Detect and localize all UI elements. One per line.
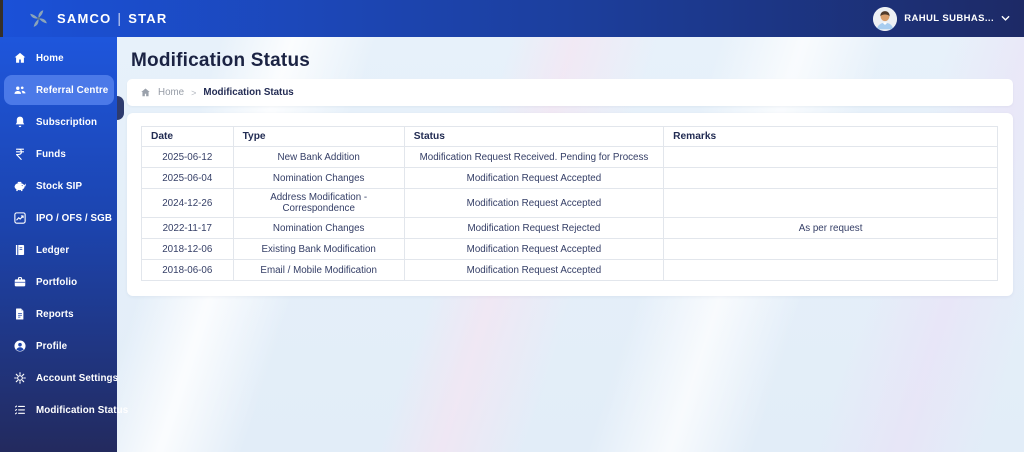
- breadcrumb: Home > Modification Status: [127, 79, 1013, 106]
- column-header-type: Type: [232, 126, 405, 147]
- app-window: SAMCO | STAR RAHUL SUBHAS... Home Referr…: [0, 0, 1024, 452]
- cell-date: 2025-06-04: [141, 167, 234, 189]
- bell-icon: [12, 115, 27, 130]
- cell-type: New Bank Addition: [232, 146, 405, 168]
- sidebar-item-portfolio[interactable]: Portfolio: [4, 267, 114, 297]
- cell-date: 2018-12-06: [141, 238, 234, 260]
- breadcrumb-home-link[interactable]: Home: [158, 87, 184, 98]
- table-header-row: Date Type Status Remarks: [141, 126, 998, 147]
- book-icon: [12, 243, 27, 258]
- sidebar-item-ledger[interactable]: Ledger: [4, 235, 114, 265]
- sidebar-item-label: Account Settings: [36, 372, 119, 384]
- sidebar-item-funds[interactable]: Funds: [4, 139, 114, 169]
- sidebar-item-referral-centre[interactable]: Referral Centre: [4, 75, 114, 105]
- sidebar-item-label: Reports: [36, 308, 74, 320]
- gear-icon: [12, 371, 27, 386]
- cell-remarks: [663, 146, 998, 168]
- sidebar-item-label: Ledger: [36, 244, 70, 256]
- cell-status: Modification Request Accepted: [403, 238, 665, 260]
- cell-type: Address Modification - Correspondence: [232, 188, 405, 218]
- sidebar-item-ipo-ofs-sgb[interactable]: IPO / OFS / SGB: [4, 203, 114, 233]
- breadcrumb-separator: >: [191, 87, 197, 98]
- status-table-card: Date Type Status Remarks 2025-06-12 New Ban…: [127, 113, 1013, 296]
- sidebar-item-label: IPO / OFS / SGB: [36, 212, 113, 224]
- sidebar-item-label: Profile: [36, 340, 68, 352]
- sidebar-item-account-settings[interactable]: Account Settings: [4, 363, 118, 393]
- cell-remarks: [663, 238, 998, 260]
- page-title: Modification Status: [131, 50, 311, 71]
- column-header-date: Date: [141, 126, 234, 147]
- sidebar-item-reports[interactable]: Reports: [4, 299, 114, 329]
- list-check-icon: [12, 403, 27, 418]
- home-icon: [140, 87, 151, 98]
- avatar[interactable]: [873, 6, 898, 31]
- brand-name: SAMCO: [57, 11, 112, 26]
- sidebar-item-label: Funds: [36, 148, 66, 160]
- sidebar-item-label: Subscription: [36, 116, 98, 128]
- cell-date: 2018-06-06: [141, 259, 234, 281]
- cell-status: Modification Request Accepted: [403, 167, 665, 189]
- sidebar-item-home[interactable]: Home: [4, 43, 114, 73]
- column-header-status: Status: [403, 126, 665, 147]
- brand-logo: SAMCO | STAR: [0, 8, 167, 29]
- table-row: 2018-12-06 Existing Bank Modification Mo…: [141, 238, 998, 260]
- user-menu[interactable]: RAHUL SUBHAS...: [873, 6, 1024, 31]
- brand-divider: |: [117, 9, 123, 26]
- table-row: 2025-06-04 Nomination Changes Modificati…: [141, 167, 998, 189]
- user-name: RAHUL SUBHAS...: [904, 13, 994, 24]
- cell-type: Existing Bank Modification: [232, 238, 405, 260]
- cell-type: Email / Mobile Modification: [232, 259, 405, 281]
- cell-remarks: [663, 167, 998, 189]
- sidebar-item-modification-status[interactable]: Modification Status: [4, 395, 128, 425]
- sidebar-item-label: Portfolio: [36, 276, 78, 288]
- file-icon: [12, 307, 27, 322]
- home-icon: [12, 51, 27, 66]
- cell-date: 2024-12-26: [141, 188, 234, 218]
- sidebar-item-label: Referral Centre: [36, 84, 109, 96]
- breadcrumb-current: Modification Status: [203, 87, 294, 98]
- sidebar-item-profile[interactable]: Profile: [4, 331, 114, 361]
- sidebar-item-stock-sip[interactable]: Stock SIP: [4, 171, 114, 201]
- cell-date: 2025-06-12: [141, 146, 234, 168]
- column-header-remarks: Remarks: [663, 126, 998, 147]
- table-row: 2024-12-26 Address Modification - Corres…: [141, 188, 998, 218]
- table-row: 2025-06-12 New Bank Addition Modificatio…: [141, 146, 998, 168]
- cell-status: Modification Request Rejected: [403, 217, 665, 239]
- cell-type: Nomination Changes: [232, 217, 405, 239]
- top-bar: SAMCO | STAR RAHUL SUBHAS...: [0, 0, 1024, 37]
- sidebar-item-label: Stock SIP: [36, 180, 83, 192]
- sidebar-item-label: Home: [36, 52, 64, 64]
- cell-type: Nomination Changes: [232, 167, 405, 189]
- cell-remarks: [663, 188, 998, 218]
- samco-pinwheel-icon: [30, 10, 47, 27]
- user-circle-icon: [12, 339, 27, 354]
- brand-product: STAR: [128, 11, 168, 26]
- window-edge-strip: [0, 0, 3, 37]
- chart-icon: [12, 211, 27, 226]
- users-icon: [12, 83, 27, 98]
- sidebar-collapse-handle[interactable]: [117, 96, 124, 120]
- chevron-down-icon: [1001, 15, 1010, 21]
- sidebar: Home Referral Centre Subscription Funds …: [0, 37, 128, 452]
- sidebar-item-subscription[interactable]: Subscription: [4, 107, 114, 137]
- rupee-icon: [12, 147, 27, 162]
- cell-date: 2022-11-17: [141, 217, 234, 239]
- table-row: 2022-11-17 Nomination Changes Modificati…: [141, 217, 998, 239]
- table-row: 2018-06-06 Email / Mobile Modification M…: [141, 259, 998, 281]
- piggy-bank-icon: [12, 179, 27, 194]
- modification-status-table: Date Type Status Remarks 2025-06-12 New Ban…: [141, 126, 998, 281]
- cell-remarks: [663, 259, 998, 281]
- main-content: Modification Status Home > Modification …: [117, 37, 1024, 452]
- cell-status: Modification Request Received. Pending f…: [403, 146, 665, 168]
- cell-status: Modification Request Accepted: [403, 259, 665, 281]
- briefcase-icon: [12, 275, 27, 290]
- cell-status: Modification Request Accepted: [403, 188, 665, 218]
- sidebar-item-label: Modification Status: [36, 404, 129, 416]
- cell-remarks: As per request: [663, 217, 998, 239]
